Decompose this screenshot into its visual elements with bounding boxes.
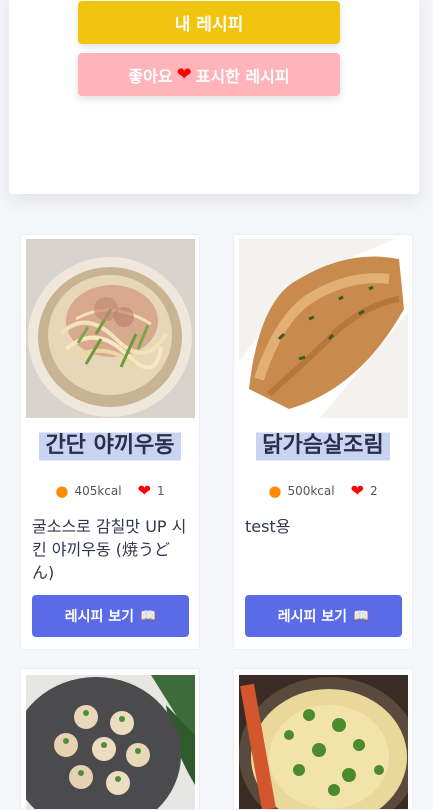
fire-icon: ● [55, 481, 69, 500]
recipe-description: test용 [245, 517, 291, 536]
recipe-title: 간단 야끼우동 [39, 429, 181, 463]
fire-icon: ● [268, 481, 282, 500]
my-recipes-button[interactable]: 내 레시피 [78, 1, 340, 44]
my-recipes-label: 내 레시피 [174, 15, 244, 35]
book-icon: 📖 [140, 608, 157, 624]
view-recipe-button[interactable]: 레시피 보기 📖 [32, 595, 189, 637]
heart-icon: ❤ [176, 63, 192, 85]
recipe-image-chicken[interactable] [239, 239, 408, 418]
recipe-description: 굴소스로 감칠맛 UP 시킨 야끼우동 (焼うどん) [32, 517, 187, 582]
recipe-kcal: 500kcal [287, 484, 335, 498]
recipe-image-herb-omelette[interactable] [239, 675, 408, 809]
recipe-likes: 1 [157, 484, 165, 498]
liked-recipes-button[interactable]: 좋아요 ❤ 표시한 레시피 [78, 53, 340, 96]
recipe-stats: ● 405kcal ❤ 1 [21, 483, 199, 499]
recipe-card: 간단 야끼우동 ● 405kcal ❤ 1 굴소스로 감칠맛 UP 시킨 야끼우… [20, 234, 200, 650]
liked-suffix: 표시한 레시피 [195, 66, 290, 86]
recipe-card [20, 668, 200, 810]
recipe-image-stuffed-bites[interactable] [26, 675, 195, 809]
recipe-image-yaki-udon[interactable] [26, 239, 195, 418]
view-recipe-button[interactable]: 레시피 보기 📖 [245, 595, 402, 637]
view-recipe-label: 레시피 보기 [64, 609, 135, 625]
recipe-card: 닭가슴살조림 ● 500kcal ❤ 2 test용 레시피 보기 📖 [233, 234, 413, 650]
liked-prefix: 좋아요 [128, 66, 173, 86]
recipe-stats: ● 500kcal ❤ 2 [234, 483, 412, 499]
recipe-card [233, 668, 413, 810]
heart-icon: ❤ [137, 481, 151, 500]
recipe-kcal: 405kcal [74, 484, 122, 498]
recipe-likes: 2 [370, 484, 378, 498]
recipe-title: 닭가슴살조림 [256, 429, 390, 463]
book-icon: 📖 [353, 608, 370, 624]
view-recipe-label: 레시피 보기 [277, 609, 348, 625]
heart-icon: ❤ [350, 481, 364, 500]
